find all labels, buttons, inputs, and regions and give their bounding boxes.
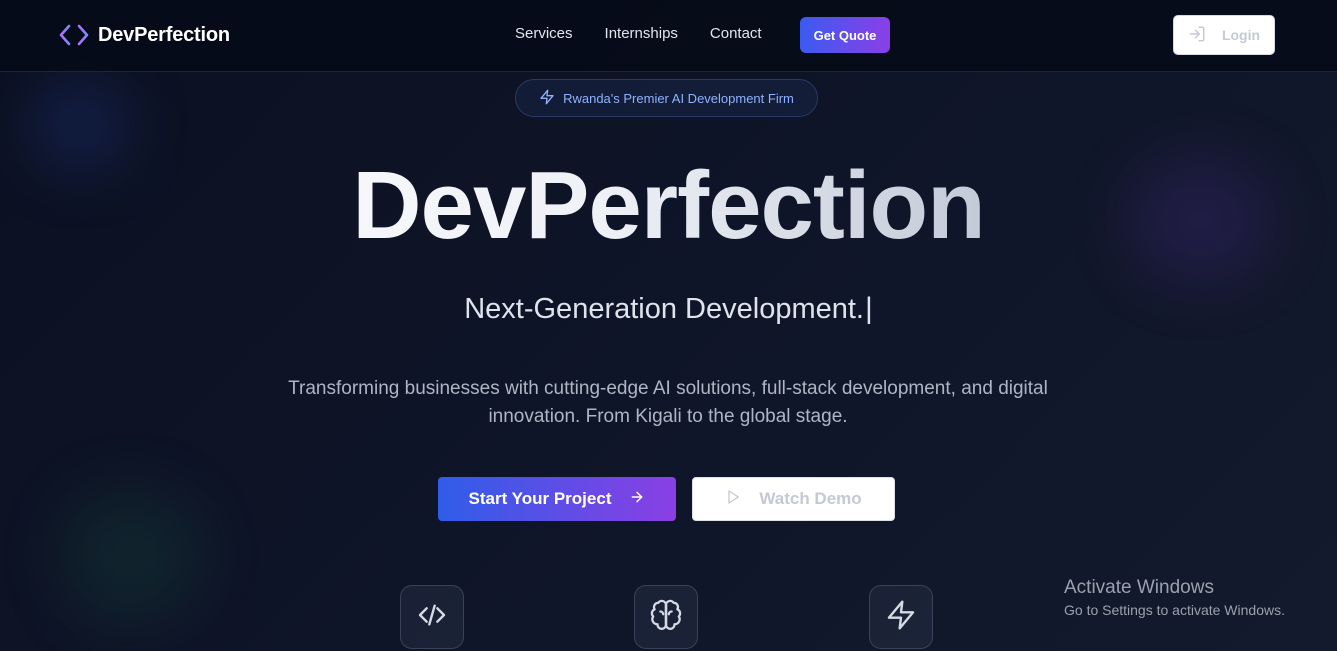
get-quote-button[interactable]: Get Quote <box>800 17 890 53</box>
play-icon <box>725 489 741 510</box>
code-brackets-icon <box>58 22 90 48</box>
hero-title: DevPerfection <box>0 148 1337 263</box>
login-label: Login <box>1221 27 1261 43</box>
feature-code-tile <box>400 585 464 649</box>
watch-demo-label: Watch Demo <box>759 489 862 508</box>
watermark-title: Activate Windows <box>1064 577 1214 598</box>
hero-description: Transforming businesses with cutting-edg… <box>288 378 1048 427</box>
top-navigation: DevPerfection Services Internships Conta… <box>0 0 1337 72</box>
feature-speed-tile <box>869 585 933 649</box>
hero-subtitle: Next-Generation Development. <box>464 293 864 325</box>
login-icon <box>1188 25 1206 46</box>
badge-text: Rwanda's Premier AI Development Firm <box>563 90 794 106</box>
brand-logo[interactable]: DevPerfection <box>58 22 230 48</box>
feature-ai-tile <box>634 585 698 649</box>
start-project-button[interactable]: Start Your Project <box>438 477 676 521</box>
hero-subtitle-line: Next-Generation Development.| <box>0 292 1337 326</box>
windows-activation-watermark: Activate Windows Go to Settings to activ… <box>1064 576 1285 620</box>
watch-demo-button[interactable]: Watch Demo <box>692 477 895 521</box>
typing-cursor: | <box>864 292 873 325</box>
watermark-subtitle: Go to Settings to activate Windows. <box>1064 602 1285 618</box>
code-icon <box>416 599 448 636</box>
nav-link-internships[interactable]: Internships <box>605 25 678 42</box>
brand-name: DevPerfection <box>98 23 230 46</box>
lightning-icon <box>539 89 555 108</box>
bolt-icon <box>885 599 917 636</box>
start-project-label: Start Your Project <box>468 489 612 508</box>
login-button[interactable]: Login <box>1173 15 1275 55</box>
nav-link-contact[interactable]: Contact <box>710 25 762 42</box>
brain-icon <box>649 598 683 637</box>
background-glow-green <box>60 490 200 620</box>
arrow-right-icon <box>629 489 645 510</box>
nav-link-services[interactable]: Services <box>515 25 573 42</box>
nav-links: Services Internships Contact <box>515 25 762 42</box>
announcement-badge: Rwanda's Premier AI Development Firm <box>515 79 818 117</box>
